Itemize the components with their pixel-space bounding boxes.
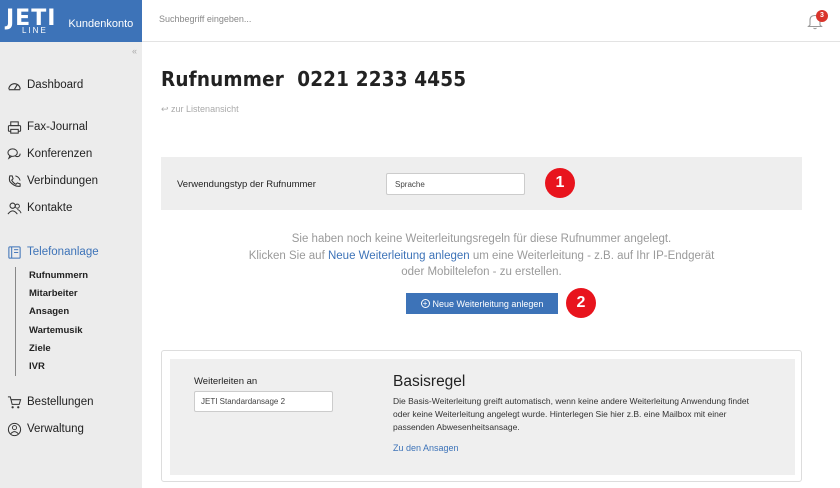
back-link-label: zur Listenansicht xyxy=(171,104,239,114)
cart-icon xyxy=(6,394,22,410)
page-title: Rufnummer 0221 2233 4455 xyxy=(161,67,467,91)
sidebar-item-label: Telefonanlage xyxy=(27,246,99,258)
forward-to-field[interactable] xyxy=(194,391,333,412)
sidebar-item-bestellungen[interactable]: Bestellungen xyxy=(6,394,94,410)
empty-state-line-1: Sie haben noch keine Weiterleitungsregel… xyxy=(291,233,672,245)
forward-to-label: Weiterleiten an xyxy=(194,376,258,387)
top-bar: Suchbegriff eingeben... 3 xyxy=(142,0,840,42)
back-to-list-link[interactable]: ↩ zur Listenansicht xyxy=(161,104,239,115)
sidebar-item-label: Verwaltung xyxy=(27,423,84,435)
sidebar-item-fax-journal[interactable]: Fax-Journal xyxy=(6,119,88,135)
sidebar: JETI LINE Kundenkonto « Dashboard Fax-Jo… xyxy=(0,0,142,488)
sidebar-item-verbindungen[interactable]: Verbindungen xyxy=(6,173,98,189)
empty-state-line-2: Klicken Sie auf Neue Weiterleitung anleg… xyxy=(161,248,802,265)
usage-type-label: Verwendungstyp der Rufnummer xyxy=(177,179,316,190)
sidebar-item-telefonanlage[interactable]: Telefonanlage xyxy=(6,244,99,260)
new-forwarding-link[interactable]: Neue Weiterleitung anlegen xyxy=(328,250,470,262)
basic-rule-title: Basisregel xyxy=(393,373,466,390)
submenu-item-ansagen[interactable]: Ansagen xyxy=(29,303,88,321)
sidebar-item-kontakte[interactable]: Kontakte xyxy=(6,200,72,216)
return-arrow-icon: ↩ xyxy=(161,104,172,114)
sidebar-item-label: Fax-Journal xyxy=(27,121,88,133)
telefonanlage-submenu: Rufnummern Mitarbeiter Ansagen Wartemusi… xyxy=(15,267,88,377)
sidebar-item-label: Verbindungen xyxy=(27,175,98,187)
gauge-icon xyxy=(6,77,22,93)
basic-rule-description: Die Basis-Weiterleitung greift automatis… xyxy=(393,396,749,432)
new-forwarding-button-label: Neue Weiterleitung anlegen xyxy=(432,298,544,309)
contacts-icon xyxy=(6,200,22,216)
empty-state-suffix: um eine Weiterleitung - z.B. auf Ihr IP-… xyxy=(469,249,715,262)
empty-state-line-3: oder Mobiltelefon - zu erstellen. xyxy=(401,266,562,278)
notification-badge: 3 xyxy=(816,10,828,22)
submenu-item-ivr[interactable]: IVR xyxy=(29,358,88,376)
sidebar-item-label: Konferenzen xyxy=(27,148,93,160)
brand-bar: JETI LINE Kundenkonto xyxy=(0,0,142,42)
sidebar-item-label: Dashboard xyxy=(27,79,84,91)
usage-type-panel: Verwendungstyp der Rufnummer xyxy=(161,157,802,210)
sidebar-item-konferenzen[interactable]: Konferenzen xyxy=(6,146,92,162)
brand-label: Kundenkonto xyxy=(68,18,134,30)
pbx-icon xyxy=(6,244,22,260)
announcements-link[interactable]: Zu den Ansagen xyxy=(393,443,459,453)
search-input[interactable]: Suchbegriff eingeben... xyxy=(159,14,251,24)
sidebar-item-label: Kontakte xyxy=(27,202,73,214)
sidebar-item-label: Bestellungen xyxy=(27,396,94,408)
annotation-marker-2: 2 xyxy=(566,288,596,318)
empty-state-prefix: Klicken Sie auf xyxy=(248,249,328,262)
annotation-marker-1: 1 xyxy=(545,168,575,198)
new-forwarding-button[interactable]: + Neue Weiterleitung anlegen xyxy=(406,293,558,314)
basic-rule-card: Weiterleiten an Basisregel Die Basis-Wei… xyxy=(161,350,802,482)
collapse-sidebar-button[interactable]: « xyxy=(132,46,137,56)
sidebar-item-dashboard[interactable]: Dashboard xyxy=(6,77,83,93)
printer-icon xyxy=(6,119,22,135)
usage-type-field[interactable] xyxy=(386,173,525,195)
submenu-item-rufnummern[interactable]: Rufnummern xyxy=(29,267,88,285)
chat-bubbles-icon xyxy=(6,146,22,162)
user-circle-icon xyxy=(6,421,22,437)
jeti-logo[interactable]: JETI LINE xyxy=(6,7,56,35)
submenu-item-ziele[interactable]: Ziele xyxy=(29,340,88,358)
empty-state-message: Sie haben noch keine Weiterleitungsregel… xyxy=(161,231,802,281)
plus-circle-icon: + xyxy=(420,299,430,308)
submenu-item-mitarbeiter[interactable]: Mitarbeiter xyxy=(29,285,88,303)
phone-call-icon xyxy=(6,173,22,189)
submenu-item-wartemusik[interactable]: Wartemusik xyxy=(29,322,88,340)
basic-rule-panel: Weiterleiten an Basisregel Die Basis-Wei… xyxy=(170,359,795,475)
logo-subtext: LINE xyxy=(22,25,48,35)
sidebar-item-verwaltung[interactable]: Verwaltung xyxy=(6,421,84,437)
